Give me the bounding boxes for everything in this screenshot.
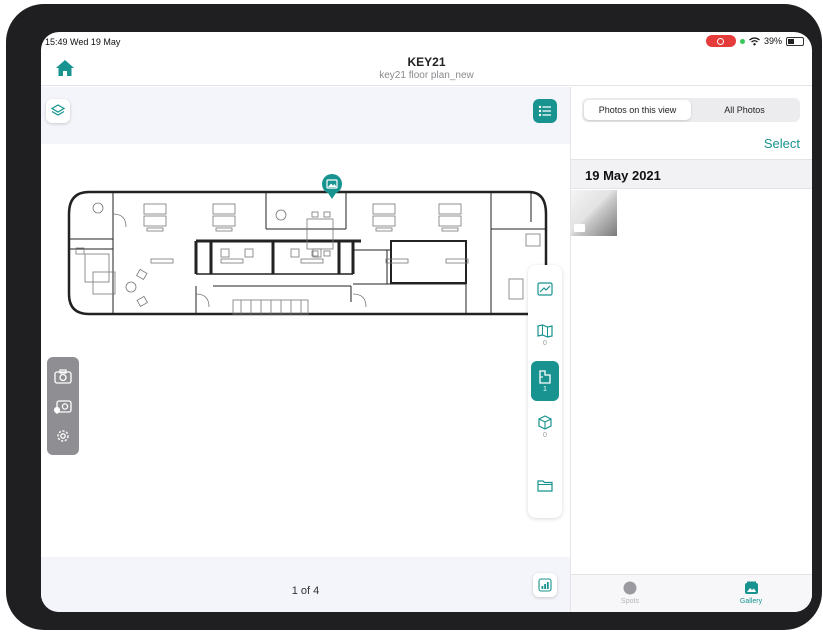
navigation-bar: KEY21 key21 floor plan_new (41, 52, 812, 86)
page-title: KEY21 (407, 55, 446, 69)
list-view-button[interactable] (533, 99, 557, 123)
stats-button[interactable] (533, 573, 557, 597)
map-view-count: 0 (543, 339, 547, 347)
view-switcher: 0 1 0 (528, 265, 562, 518)
photo-pin-icon[interactable] (322, 174, 342, 199)
pin-photo-button[interactable] (53, 396, 73, 416)
tab-spots-label: Spots (621, 598, 639, 605)
status-indicators: 39% (705, 35, 804, 47)
folder-icon (537, 479, 553, 492)
camera-location-icon (54, 400, 72, 414)
ipad-frame: 15:49 Wed 19 May 39% KEY21 key21 floor p… (6, 4, 822, 630)
model-view-button[interactable]: 0 (531, 407, 559, 447)
photo-group-date: 19 May 2021 (585, 168, 661, 183)
model-view-count: 0 (543, 432, 547, 439)
list-icon (538, 105, 551, 117)
select-button[interactable]: Select (764, 136, 800, 151)
status-bar: 15:49 Wed 19 May 39% (41, 32, 812, 52)
camera-button[interactable] (53, 366, 73, 386)
photo-group-header: 19 May 2021 (571, 159, 812, 189)
battery-icon (786, 36, 804, 46)
screen: 15:49 Wed 19 May 39% KEY21 key21 floor p… (41, 32, 812, 612)
wifi-icon (749, 36, 760, 45)
floor-plan-drawing (67, 174, 548, 316)
layers-icon (51, 104, 65, 116)
screen-record-icon (705, 35, 736, 47)
segment-all-photos[interactable]: All Photos (691, 100, 798, 120)
status-time-date: 15:49 Wed 19 May (45, 37, 120, 47)
camera-icon (54, 368, 72, 384)
files-view-button[interactable] (531, 465, 559, 505)
floor-plan-canvas[interactable] (41, 144, 570, 557)
floorplan-icon (539, 369, 551, 384)
floorplan-view-button[interactable]: 1 (531, 361, 559, 401)
status-date: Wed 19 May (70, 37, 121, 47)
photo-filter-segmented-control: Photos on this view All Photos (582, 98, 800, 122)
page-indicator: 1 of 4 (291, 585, 320, 597)
layers-button[interactable] (46, 99, 70, 123)
image-icon (574, 224, 585, 232)
map-view-button[interactable]: 0 (531, 315, 559, 355)
gallery-pane: Photos on this view All Photos Select 19… (570, 87, 812, 612)
capture-tools-bar (47, 357, 79, 455)
camera-active-icon (739, 38, 745, 44)
tab-gallery[interactable]: Gallery (721, 581, 781, 605)
chart-line-icon (537, 282, 553, 296)
cube-icon (538, 415, 552, 430)
status-time: 15:49 (45, 37, 68, 47)
floor-plan-pane: 0 1 0 1 of 4 (41, 87, 570, 612)
settings-button[interactable] (53, 426, 73, 446)
tab-spots[interactable]: Spots (600, 581, 660, 605)
tab-gallery-label: Gallery (739, 598, 763, 605)
bottom-tab-bar: Spots Gallery (571, 574, 812, 612)
page-subtitle: key21 floor plan_new (379, 70, 474, 81)
analytics-view-button[interactable] (531, 269, 559, 309)
floorplan-view-count: 1 (543, 385, 547, 393)
spots-icon (623, 581, 637, 595)
map-icon (537, 323, 553, 338)
photo-thumbnail[interactable] (571, 190, 617, 236)
battery-percent: 39% (763, 36, 782, 46)
gallery-icon (744, 581, 758, 594)
bar-chart-icon (538, 578, 552, 592)
gear-icon (57, 430, 69, 442)
segment-photos-on-view[interactable]: Photos on this view (584, 100, 691, 120)
